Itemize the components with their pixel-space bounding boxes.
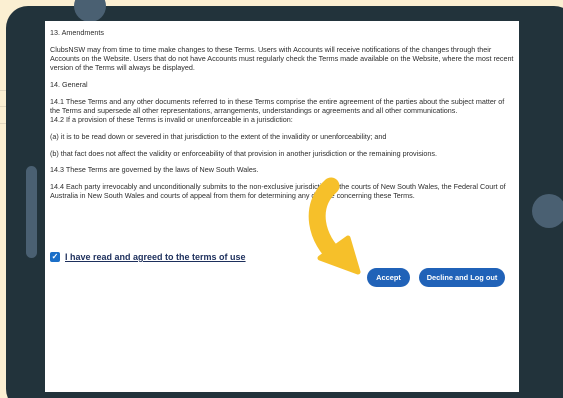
agree-row: ✓ I have read and agreed to the terms of… (50, 252, 246, 262)
agree-checkbox[interactable]: ✓ (50, 252, 60, 262)
paragraph-14-3: 14.3 These Terms are governed by the law… (50, 165, 259, 175)
decline-logout-button[interactable]: Decline and Log out (419, 268, 505, 287)
camera-icon (74, 0, 106, 22)
paragraph-a: (a) it is to be read down or severed in … (50, 132, 387, 141)
heading-amendments: 13. Amendments (50, 28, 104, 37)
heading-general: 14. General (50, 80, 88, 89)
side-slider (26, 166, 37, 258)
screen: 13. Amendments ClubsNSW may from time to… (45, 21, 519, 392)
paragraph-b: (b) that fact does not affect the validi… (50, 148, 437, 158)
home-button[interactable] (532, 194, 563, 228)
terms-content: 13. Amendments ClubsNSW may from time to… (50, 28, 515, 208)
accept-button[interactable]: Accept (367, 268, 410, 287)
paragraph-14-4: 14.4 Each party irrevocably and uncondit… (50, 181, 506, 201)
paragraph-14-2: 14.2 If a provision of these Terms is in… (50, 115, 293, 125)
agree-label[interactable]: I have read and agreed to the terms of u… (65, 252, 246, 262)
paragraph-14-1: 14.1 These Terms and any other documents… (50, 96, 505, 115)
paragraph-amendments: ClubsNSW may from time to time make chan… (50, 44, 514, 73)
